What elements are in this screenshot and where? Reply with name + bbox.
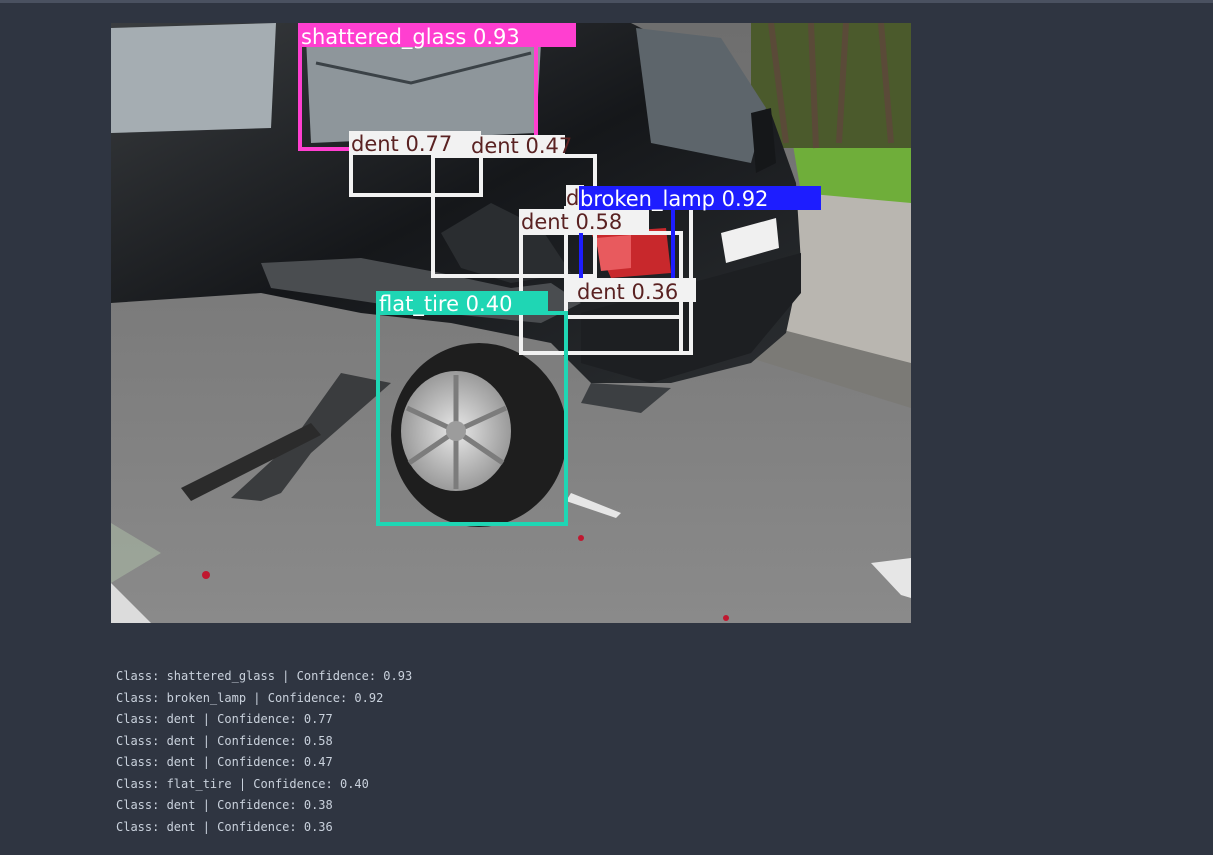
output-line: Class: dent | Confidence: 0.77: [116, 712, 333, 726]
label-dent-038: d: [566, 186, 579, 210]
output-line: Class: shattered_glass | Confidence: 0.9…: [116, 669, 413, 683]
output-line: Class: flat_tire | Confidence: 0.40: [116, 776, 369, 791]
label-dent-036: dent 0.36: [577, 280, 678, 304]
output-line: Class: dent | Confidence: 0.38: [116, 798, 333, 812]
output-line: Class: broken_lamp | Confidence: 0.92: [116, 690, 384, 705]
output-line: Class: dent | Confidence: 0.36: [116, 819, 333, 834]
output-line: Class: dent | Confidence: 0.47: [116, 755, 333, 769]
top-border: [0, 0, 1213, 3]
detection-output-log: Class: shattered_glass | Confidence: 0.9…: [116, 666, 412, 838]
label-shattered-glass: shattered_glass 0.93: [301, 25, 520, 50]
label-dent-047: dent 0.47: [471, 134, 572, 158]
detection-output-image: shattered_glass 0.93 dent 0.77 dent 0.47…: [111, 23, 911, 623]
car-damage-photo: shattered_glass 0.93 dent 0.77 dent 0.47…: [111, 23, 911, 623]
output-line: Class: dent | Confidence: 0.58: [116, 733, 333, 748]
label-flat-tire: flat_tire 0.40: [379, 292, 512, 317]
label-broken-lamp: broken_lamp 0.92: [580, 187, 768, 212]
rear-window: [306, 38, 541, 143]
label-dent-077: dent 0.77: [351, 132, 452, 156]
label-dent-058: dent 0.58: [521, 210, 622, 234]
